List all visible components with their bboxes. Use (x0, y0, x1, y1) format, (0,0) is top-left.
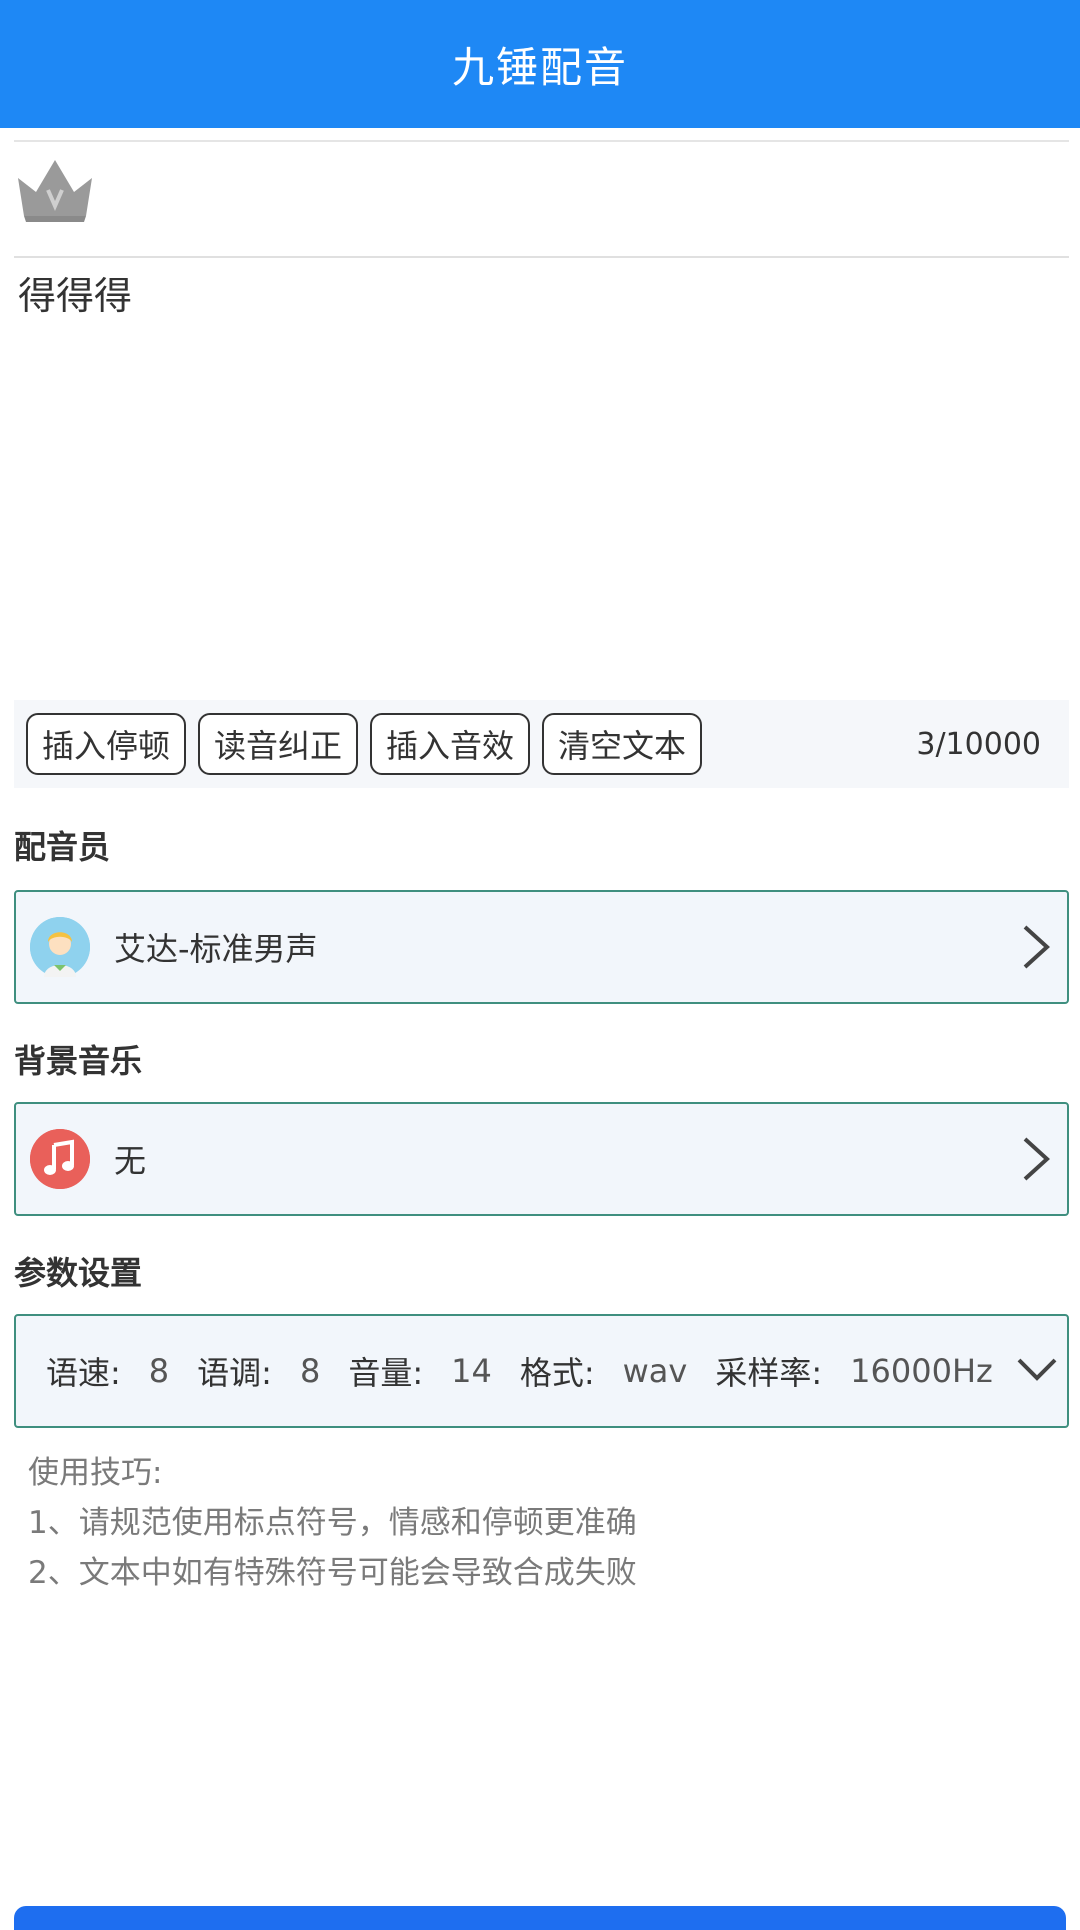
volume-value: 14 (451, 1352, 492, 1390)
voice-selected-label: 艾达-标准男声 (114, 930, 318, 968)
format-label: 格式: (519, 1354, 595, 1392)
tip-line: 2、文本中如有特殊符号可能会导致合成失败 (28, 1555, 637, 1591)
params-selector[interactable]: 语速: 8 语调: 8 音量: 14 格式: wav 采样率: 16000Hz (14, 1314, 1069, 1428)
music-selector[interactable]: 无 (14, 1102, 1069, 1216)
music-note-icon (30, 1129, 90, 1189)
params-summary: 语速: 8 语调: 8 音量: 14 格式: wav 采样率: 16000Hz (16, 1348, 993, 1394)
clear-text-button[interactable]: 清空文本 (542, 713, 702, 775)
toolbar-divider (14, 140, 1069, 142)
avatar-icon (30, 917, 90, 977)
sample-rate-value: 16000Hz (850, 1352, 993, 1390)
sample-rate-label: 采样率: (715, 1354, 823, 1392)
format-value: wav (622, 1352, 688, 1390)
tips-title: 使用技巧: (28, 1455, 163, 1491)
voice-section-label: 配音员 (14, 828, 111, 866)
crown-icon[interactable] (14, 156, 96, 222)
app-header: 九锤配音 (0, 0, 1080, 128)
char-counter: 3/10000 (916, 726, 1041, 762)
usage-tips: 使用技巧: 1、请规范使用标点符号，情感和停顿更准确 2、文本中如有特殊符号可能… (28, 1448, 637, 1598)
insert-pause-button[interactable]: 插入停顿 (26, 713, 186, 775)
speed-label: 语速: (46, 1354, 121, 1392)
volume-label: 音量: (348, 1354, 424, 1392)
text-input[interactable]: 得得得 (18, 268, 1058, 688)
chevron-right-icon (1023, 1137, 1050, 1181)
speed-value: 8 (148, 1352, 170, 1390)
music-section-label: 背景音乐 (14, 1042, 143, 1080)
chevron-down-icon (1017, 1358, 1057, 1381)
pronunciation-fix-button[interactable]: 读音纠正 (198, 713, 358, 775)
text-divider (14, 256, 1069, 258)
pitch-label: 语调: (197, 1354, 272, 1392)
music-selected-label: 无 (114, 1142, 147, 1180)
insert-sound-effect-button[interactable]: 插入音效 (370, 713, 530, 775)
voice-selector[interactable]: 艾达-标准男声 (14, 890, 1069, 1004)
tip-line: 1、请规范使用标点符号，情感和停顿更准确 (28, 1505, 637, 1541)
chevron-right-icon (1023, 925, 1050, 969)
pitch-value: 8 (299, 1352, 321, 1390)
primary-action-button[interactable] (14, 1906, 1066, 1930)
editor-actions: 插入停顿 读音纠正 插入音效 清空文本 3/10000 (14, 700, 1069, 788)
page-title: 九锤配音 (451, 42, 628, 92)
params-section-label: 参数设置 (14, 1254, 143, 1292)
